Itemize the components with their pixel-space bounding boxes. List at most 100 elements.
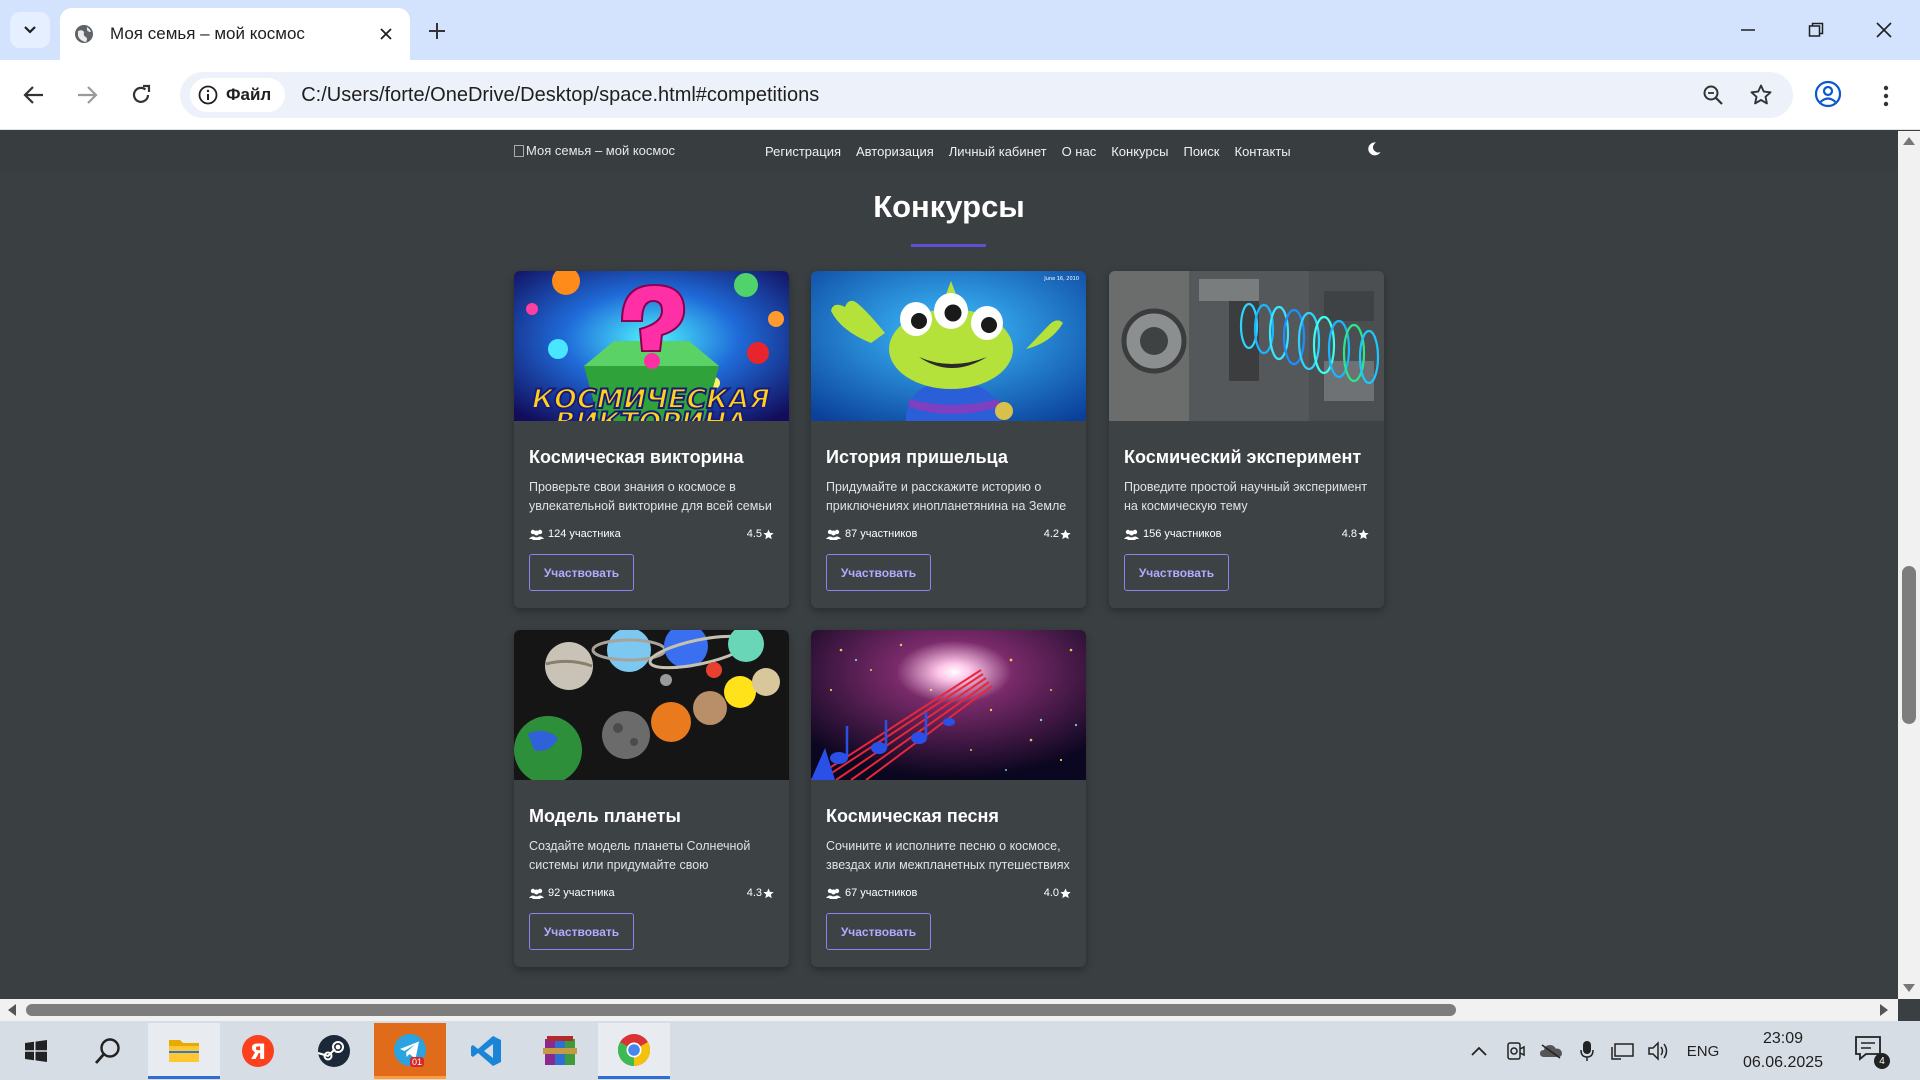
file-explorer-button[interactable] [148, 1023, 220, 1079]
participate-button[interactable]: Участвовать [529, 913, 634, 950]
scroll-down-arrow[interactable] [1903, 984, 1915, 992]
winrar-icon [543, 1036, 577, 1065]
title-underline [911, 244, 986, 247]
broken-image-icon [514, 144, 524, 157]
menu-icon[interactable] [1870, 80, 1902, 112]
users-icon [1124, 529, 1139, 540]
participate-button[interactable]: Участвовать [826, 913, 931, 950]
close-tab-icon[interactable] [376, 24, 396, 44]
url-text[interactable]: C:/Users/forte/OneDrive/Desktop/space.ht… [301, 84, 1697, 107]
nav-link-account[interactable]: Личный кабинет [949, 144, 1047, 159]
search-button[interactable] [72, 1023, 144, 1079]
nav-link-contacts[interactable]: Контакты [1235, 144, 1291, 159]
nav-link-login[interactable]: Авторизация [856, 144, 934, 159]
participate-button[interactable]: Участвовать [1124, 554, 1229, 591]
site-nav-links: Регистрация Авторизация Личный кабинет О… [765, 144, 1291, 159]
scroll-up-arrow[interactable] [1903, 137, 1915, 145]
network-icon[interactable] [1610, 1038, 1636, 1064]
users-icon [529, 888, 544, 899]
site-navbar: Моя семья – мой космос Регистрация Автор… [0, 131, 1898, 171]
folder-icon [169, 1039, 199, 1062]
nav-link-competitions[interactable]: Конкурсы [1111, 144, 1168, 159]
reload-icon[interactable] [121, 75, 161, 115]
card-title: Космическая викторина [529, 447, 744, 467]
users-icon [529, 529, 544, 540]
tab-strip: Моя семья – мой космос [0, 0, 1920, 60]
clock[interactable]: 23:09 06.06.2025 [1732, 1027, 1834, 1075]
competition-card: Космический эксперимент Проведите просто… [1109, 271, 1384, 608]
nav-link-search[interactable]: Поиск [1183, 144, 1219, 159]
windows-icon [25, 1040, 47, 1062]
restore-icon[interactable] [1800, 14, 1832, 46]
rating-value: 4.0 [1043, 887, 1059, 899]
chrome-button[interactable] [598, 1023, 670, 1079]
search-icon [94, 1038, 120, 1064]
info-icon [198, 85, 218, 105]
volume-icon[interactable] [1646, 1038, 1672, 1064]
tray-overflow-icon[interactable] [1466, 1038, 1492, 1064]
vertical-scrollbar[interactable] [1898, 131, 1920, 999]
site-chip-label: Файл [226, 85, 272, 104]
telegram-button[interactable]: 01 [374, 1023, 446, 1079]
close-window-icon[interactable] [1868, 14, 1900, 46]
scroll-right-arrow[interactable] [1880, 1004, 1888, 1016]
notification-count-badge: 4 [1874, 1053, 1890, 1069]
moon-icon[interactable] [1366, 141, 1382, 157]
camera-tray-icon[interactable] [1502, 1038, 1528, 1064]
site-logo[interactable]: Моя семья – мой космос [514, 143, 675, 158]
new-tab-icon[interactable] [424, 18, 450, 44]
participate-button[interactable]: Участвовать [529, 554, 634, 591]
site-info-chip[interactable]: Файл [190, 78, 286, 112]
rating-value: 4.3 [746, 887, 762, 899]
telegram-unread-badge: 01 [410, 1057, 425, 1067]
users-icon [826, 529, 841, 540]
card-description: Придумайте и расскажите историю о приклю… [826, 480, 1067, 513]
chevron-down-icon [24, 26, 36, 34]
page-viewport: Моя семья – мой космос Регистрация Автор… [0, 131, 1898, 999]
microphone-icon[interactable] [1574, 1038, 1600, 1064]
nav-link-about[interactable]: О нас [1062, 144, 1097, 159]
participate-button[interactable]: Участвовать [826, 554, 931, 591]
participants-count: 124 участника [548, 528, 621, 540]
start-button[interactable] [0, 1023, 72, 1079]
browser-tab[interactable]: Моя семья – мой космос [60, 8, 410, 60]
vscode-button[interactable] [450, 1023, 522, 1079]
forward-icon[interactable] [67, 75, 107, 115]
winrar-button[interactable] [524, 1023, 596, 1079]
minimize-icon[interactable] [1732, 14, 1764, 46]
image-caption: June 16, 2010 [1043, 276, 1079, 282]
tab-search-button[interactable] [10, 12, 50, 48]
card-description: Создайте модель планеты Солнечной систем… [529, 839, 751, 872]
steam-button[interactable] [298, 1023, 370, 1079]
back-icon[interactable] [14, 75, 54, 115]
quiz-image: КОСМИЧЕСКАЯ ВИКТОРИНА [514, 271, 789, 421]
experiment-image [1109, 271, 1384, 421]
participants-count: 67 участников [845, 887, 918, 899]
competition-card: КОСМИЧЕСКАЯ ВИКТОРИНА Космическая виктор… [514, 271, 789, 608]
taskbar: Я 01 ENG 23:09 06.06.2025 4 [0, 1021, 1920, 1080]
clock-date: 06.06.2025 [1742, 1054, 1824, 1071]
card-description: Проведите простой научный эксперимент на… [1124, 480, 1368, 513]
horizontal-scrollbar[interactable] [0, 999, 1898, 1021]
horizontal-scroll-thumb[interactable] [26, 1004, 1456, 1016]
language-indicator[interactable]: ENG [1682, 1038, 1724, 1064]
notification-center-icon[interactable]: 4 [1854, 1035, 1890, 1069]
yandex-browser-button[interactable]: Я [222, 1023, 294, 1079]
bookmark-star-icon[interactable] [1745, 79, 1777, 111]
star-icon [1060, 887, 1071, 898]
planets-image [514, 630, 789, 780]
profile-icon[interactable] [1814, 80, 1846, 112]
zoom-icon[interactable] [1697, 79, 1729, 111]
rating-value: 4.2 [1043, 528, 1059, 540]
scroll-left-arrow[interactable] [8, 1004, 16, 1016]
onedrive-icon[interactable] [1538, 1038, 1564, 1064]
competition-card: Модель планеты Создайте модель планеты С… [514, 630, 789, 967]
vertical-scroll-thumb[interactable] [1902, 566, 1916, 724]
participants-count: 92 участника [548, 887, 615, 899]
site-logo-alt-text: Моя семья – мой космос [526, 143, 676, 158]
nav-link-registration[interactable]: Регистрация [765, 144, 841, 159]
address-bar[interactable]: Файл C:/Users/forte/OneDrive/Desktop/spa… [180, 72, 1793, 118]
chrome-icon [617, 1033, 651, 1066]
card-description: Сочините и исполните песню о космосе, зв… [826, 839, 1070, 872]
star-icon [763, 528, 774, 539]
